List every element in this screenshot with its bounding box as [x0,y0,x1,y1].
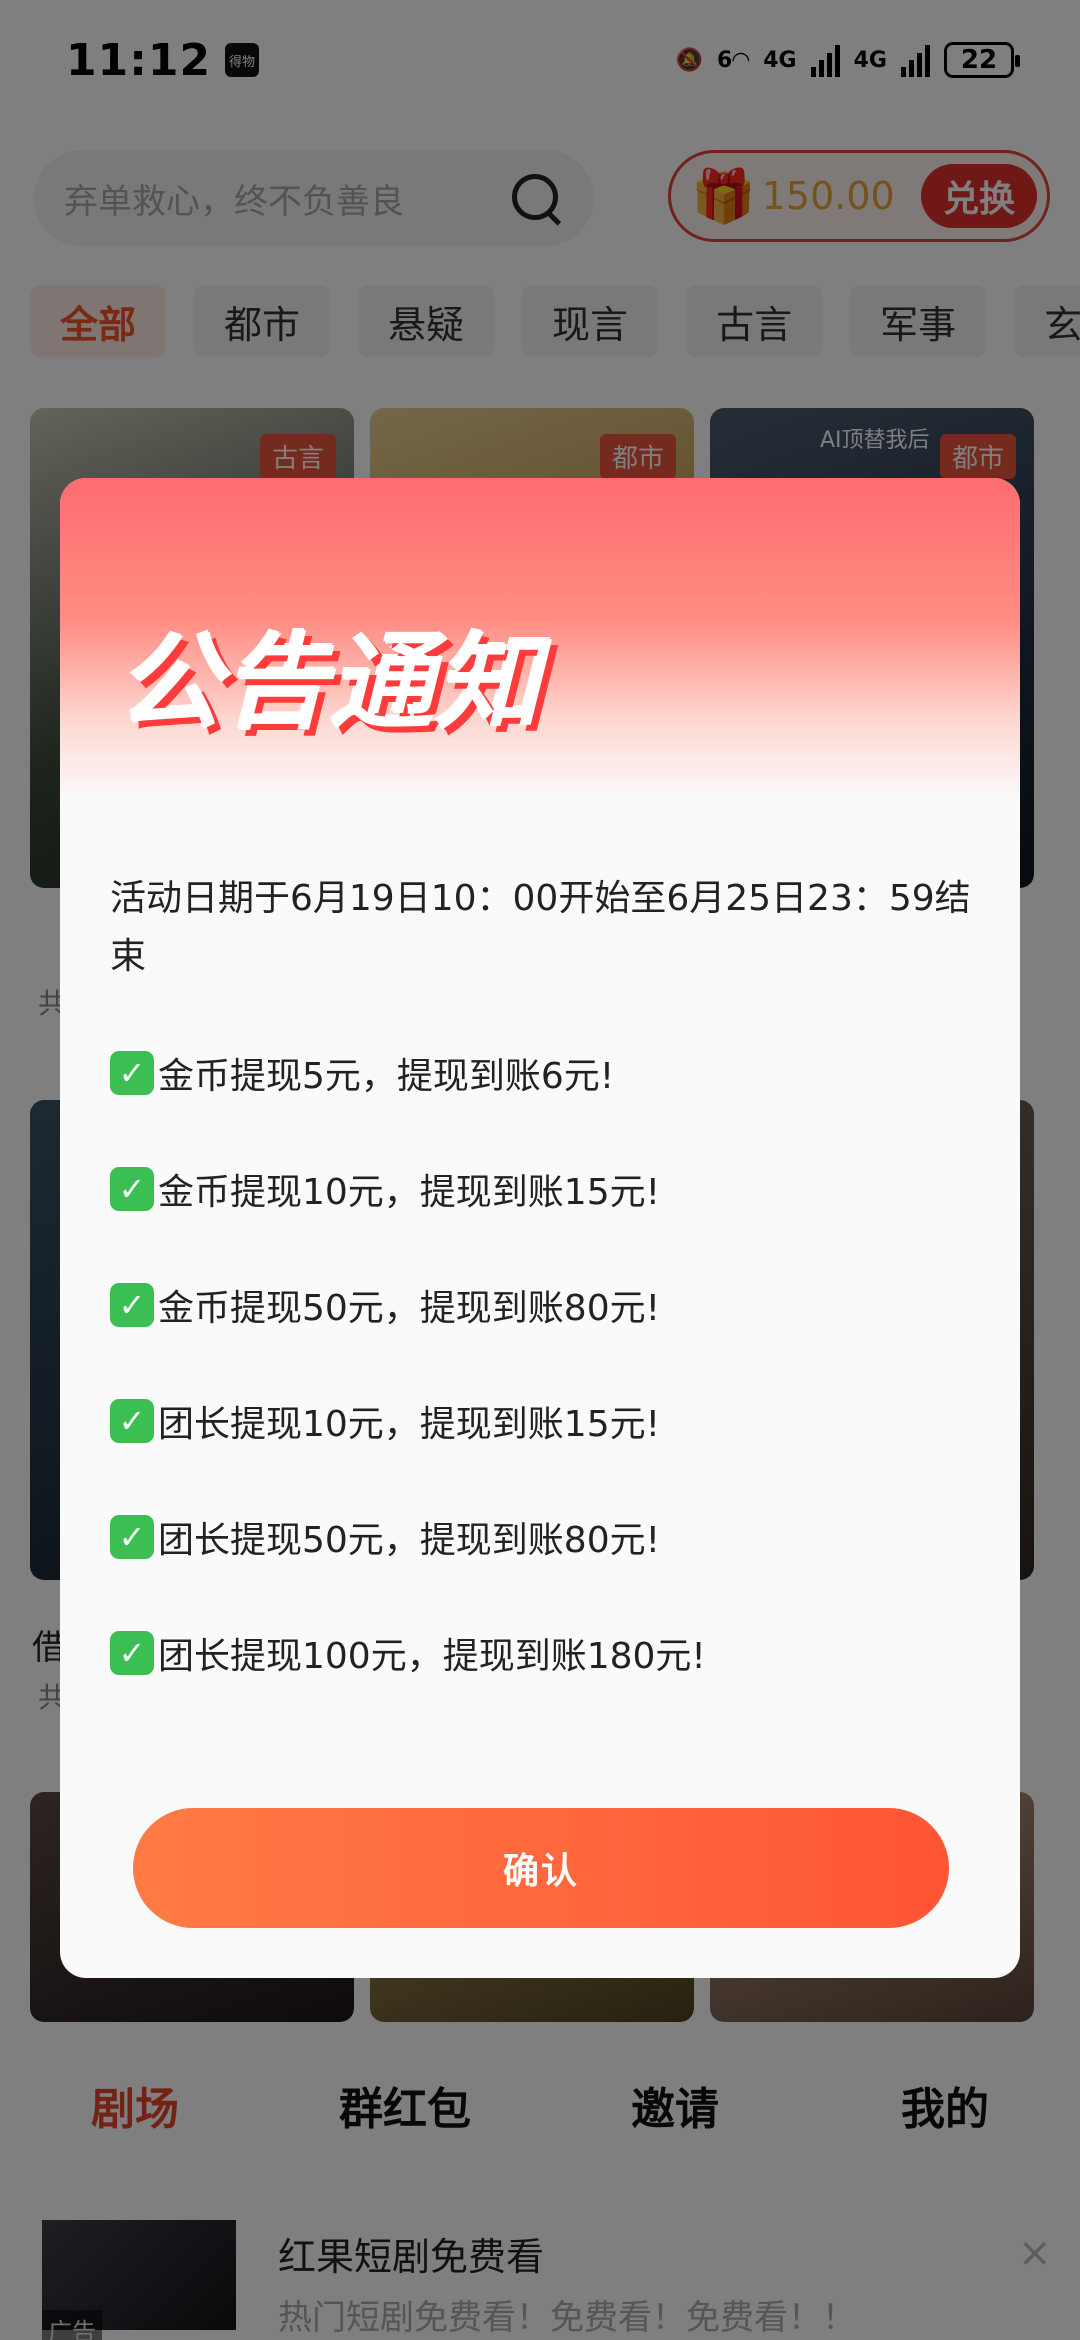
check-icon: ✓ [110,1051,154,1095]
rule-item: ✓ 金币提现10元，提现到账15元! [110,1160,980,1218]
rule-text: 金币提现5元，提现到账6元! [158,1056,615,1097]
activity-date-text: 活动日期于6月19日10：00开始至6月25日23：59结束 [110,878,971,977]
rule-text: 团长提现50元，提现到账80元! [158,1520,661,1561]
rule-text: 金币提现10元，提现到账15元! [158,1172,661,1213]
rule-item: ✓ 金币提现50元，提现到账80元! [110,1276,980,1334]
rule-text: 团长提现10元，提现到账15元! [158,1404,661,1445]
app-screen: 11:12 得物 🔕 6◠ 4G 4G 22 弃单救心，终不负善良 🎁 150.… [0,0,1080,2340]
dialog-title: 公告通知 [118,622,543,744]
check-icon: ✓ [110,1631,154,1675]
dialog-header: 公告通知 [60,478,1020,798]
dialog-body: 活动日期于6月19日10：00开始至6月25日23：59结束 ✓ 金币提现5元，… [110,870,980,1682]
rule-item: ✓ 团长提现50元，提现到账80元! [110,1508,980,1566]
rule-item: ✓ 团长提现10元，提现到账15元! [110,1392,980,1450]
check-icon: ✓ [110,1283,154,1327]
check-icon: ✓ [110,1399,154,1443]
check-icon: ✓ [110,1167,154,1211]
announcement-dialog: 公告通知 活动日期于6月19日10：00开始至6月25日23：59结束 ✓ 金币… [60,478,1020,1978]
rule-item: ✓ 金币提现5元，提现到账6元! [110,1044,980,1102]
confirm-button[interactable]: 确认 [133,1808,949,1928]
check-icon: ✓ [110,1515,154,1559]
rule-text: 金币提现50元，提现到账80元! [158,1288,661,1329]
rule-text: 团长提现100元，提现到账180元! [158,1636,706,1677]
rule-item: ✓ 团长提现100元，提现到账180元! [110,1624,980,1682]
